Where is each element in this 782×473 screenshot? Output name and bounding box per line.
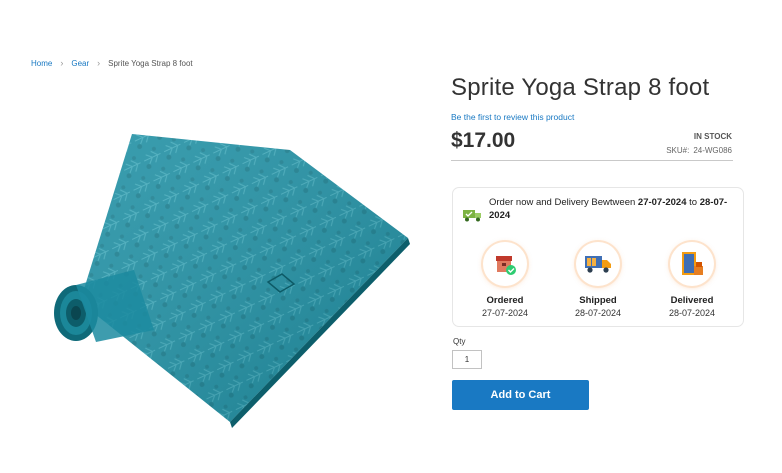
door-delivered-icon: [682, 252, 703, 275]
delivery-truck-icon: [463, 210, 481, 222]
product-sku: SKU#: 24-WG086: [666, 146, 732, 155]
step-circle: [670, 242, 714, 286]
step-date: 28-07-2024: [574, 308, 622, 318]
delivery-truck-icon: [585, 256, 611, 273]
breadcrumb-current: Sprite Yoga Strap 8 foot: [108, 58, 193, 68]
sku-value: 24-WG086: [693, 146, 732, 155]
delivery-header: Order now and Delivery Bewtween 27-07-20…: [463, 196, 735, 222]
ordered-box-icon: [496, 256, 516, 275]
step-label: Ordered: [486, 295, 524, 306]
step-circle: [483, 242, 527, 286]
step-circle: [576, 242, 620, 286]
delivery-step-ordered: Ordered 27-07-2024: [465, 242, 545, 318]
delivery-step-shipped: Shipped 28-07-2024: [558, 242, 638, 318]
step-date: 28-07-2024: [668, 308, 716, 318]
breadcrumb: Home › Gear › Sprite Yoga Strap 8 foot: [31, 58, 193, 68]
step-label: Shipped: [579, 295, 617, 306]
product-image[interactable]: [50, 120, 422, 430]
step-label: Delivered: [670, 295, 714, 306]
yoga-mat-image: [54, 134, 410, 428]
qty-input[interactable]: [452, 350, 482, 369]
breadcrumb-separator: ›: [97, 58, 101, 68]
breadcrumb-home-link[interactable]: Home: [31, 59, 52, 68]
qty-label: Qty: [453, 337, 466, 346]
product-title: Sprite Yoga Strap 8 foot: [451, 74, 710, 101]
delivery-text-pre: Order now and Delivery Bewtween: [489, 197, 638, 208]
breadcrumb-gear-link[interactable]: Gear: [71, 59, 89, 68]
add-to-cart-button[interactable]: Add to Cart: [452, 380, 589, 410]
price-divider: [451, 160, 733, 161]
breadcrumb-separator: ›: [60, 58, 64, 68]
delivery-step-delivered: Delivered 28-07-2024: [652, 242, 732, 318]
stock-status: IN STOCK: [693, 132, 732, 141]
delivery-text: Order now and Delivery Bewtween 27-07-20…: [489, 196, 735, 222]
sku-label: SKU#:: [666, 146, 690, 155]
review-link[interactable]: Be the first to review this product: [451, 112, 574, 122]
product-price: $17.00: [451, 129, 516, 152]
delivery-text-mid: to: [686, 197, 700, 208]
step-date: 27-07-2024: [481, 308, 529, 318]
delivery-date-from: 27-07-2024: [637, 197, 687, 208]
delivery-estimate-card: Order now and Delivery Bewtween 27-07-20…: [452, 187, 744, 327]
